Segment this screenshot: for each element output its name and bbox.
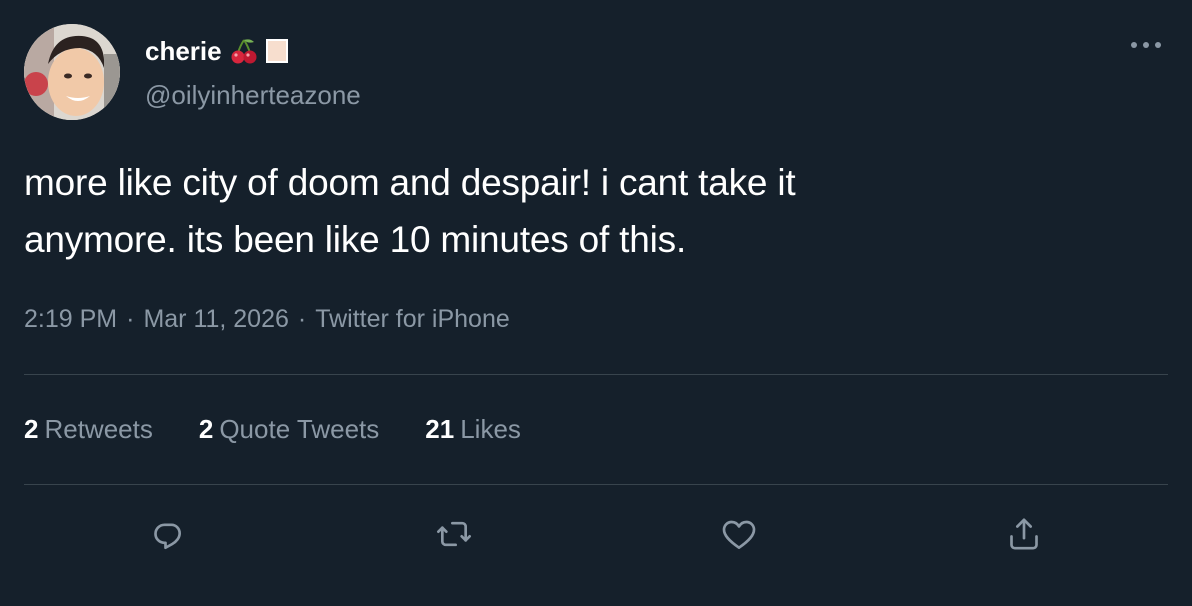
likes-stat[interactable]: 21 Likes — [425, 414, 521, 445]
reply-icon — [154, 523, 181, 550]
quote-tweets-count: 2 — [198, 414, 214, 444]
tweet-detail: cherie @oilyinherteazone more like city … — [0, 0, 1192, 606]
tweet-stats: 2 Retweets 2 Quote Tweets 21 Likes — [24, 414, 567, 445]
meta-separator: · — [126, 305, 135, 333]
like-icon — [722, 520, 756, 549]
more-icon — [1131, 42, 1161, 48]
likes-label: Likes — [460, 414, 521, 444]
tweet-text-line: anymore. its been like 10 minutes of thi… — [24, 219, 687, 260]
skin-tone-swatch-icon — [265, 39, 288, 63]
tweet-metadata: 2:19 PM · Mar 11, 2026 · Twitter for iPhone — [24, 305, 510, 334]
meta-separator: · — [297, 305, 307, 333]
tweet-time[interactable]: 2:19 PM — [24, 305, 117, 333]
display-name[interactable]: cherie — [145, 36, 222, 67]
retweet-button[interactable] — [432, 512, 476, 556]
likes-count: 21 — [425, 414, 455, 444]
retweets-count: 2 — [24, 414, 39, 444]
tweet-source[interactable]: Twitter for iPhone — [315, 305, 510, 333]
tweet-date[interactable]: Mar 11, 2026 — [143, 305, 288, 333]
retweets-stat[interactable]: 2 Retweets — [24, 414, 153, 445]
retweet-icon — [437, 521, 471, 547]
share-button[interactable] — [1002, 512, 1046, 556]
cherries-icon — [230, 38, 258, 64]
reply-button[interactable] — [146, 512, 190, 556]
retweets-label: Retweets — [44, 414, 153, 444]
tweet-text: more like city of doom and despair! i ca… — [24, 154, 1124, 268]
avatar-photo — [24, 24, 120, 120]
avatar[interactable] — [24, 24, 120, 120]
quote-tweets-label: Quote Tweets — [219, 414, 380, 444]
tweet-text-line: more like city of doom and despair! i ca… — [24, 162, 796, 203]
like-button[interactable] — [717, 512, 761, 556]
quote-tweets-stat[interactable]: 2 Quote Tweets — [199, 414, 379, 445]
share-icon — [1010, 518, 1038, 550]
divider — [24, 484, 1168, 485]
user-handle[interactable]: @oilyinherteazone — [145, 80, 361, 111]
divider — [24, 374, 1168, 375]
more-options-button[interactable] — [1126, 30, 1166, 60]
display-name-row[interactable]: cherie — [145, 34, 288, 68]
